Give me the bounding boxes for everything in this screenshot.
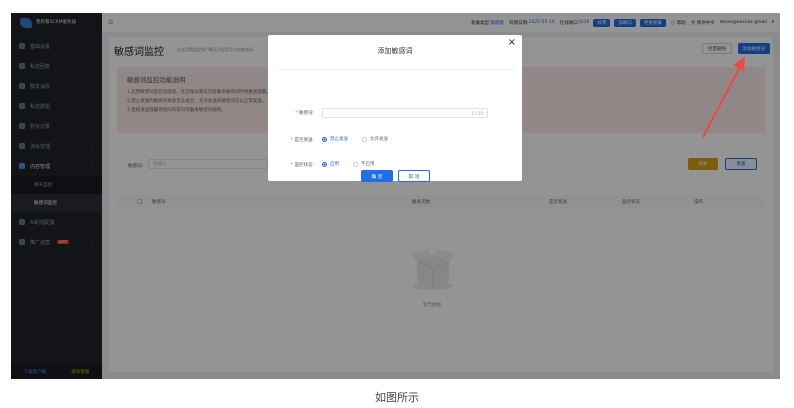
close-icon[interactable]: × [508,38,516,48]
dialog-divider [278,69,516,70]
radio-dot [322,136,327,142]
radio-dot [362,136,367,142]
figure-caption: 如图所示 [375,391,419,404]
radio-label: 启用 [330,162,339,167]
radio-label: 允许发送 [370,137,388,142]
send-field-label: * 是否发送: [278,137,314,143]
radio-dot [322,161,327,167]
radio-dot [353,161,358,167]
required-mark: * [290,138,294,143]
app-window: 我有看SCRM服务器 基础设置 私信回复 群发消息 私信群组 购买记录 流水管理… [11,13,780,379]
status-label-text: 监控状态: [294,163,314,168]
radio-label: 不启用 [361,162,375,167]
send-label-text: 是否发送: [294,138,314,143]
radio-label: 禁止发送 [330,137,348,142]
add-sensitive-word-dialog: 添加敏感词 × * 敏感词: 0 / 20 * 是否发送: 禁止发送 允许发送 … [268,35,522,182]
status-field-label: * 监控状态: [278,162,314,168]
dialog-title: 添加敏感词 [377,47,413,55]
required-mark: * [290,163,294,168]
sensitive-word-input[interactable]: 0 / 20 [322,108,488,118]
cancel-button[interactable]: 取 消 [398,170,430,182]
radio-disable[interactable]: 不启用 [353,161,375,167]
word-field-label: * 敏感词: [278,110,314,116]
radio-enable[interactable]: 启用 [322,161,339,167]
required-mark: * [295,111,298,116]
annotation-arrow-icon [702,57,745,138]
radio-forbid-send[interactable]: 禁止发送 [322,136,348,142]
confirm-button[interactable]: 确 定 [361,170,393,182]
word-label-text: 敏感词: [298,111,314,116]
radio-allow-send[interactable]: 允许发送 [362,136,388,142]
